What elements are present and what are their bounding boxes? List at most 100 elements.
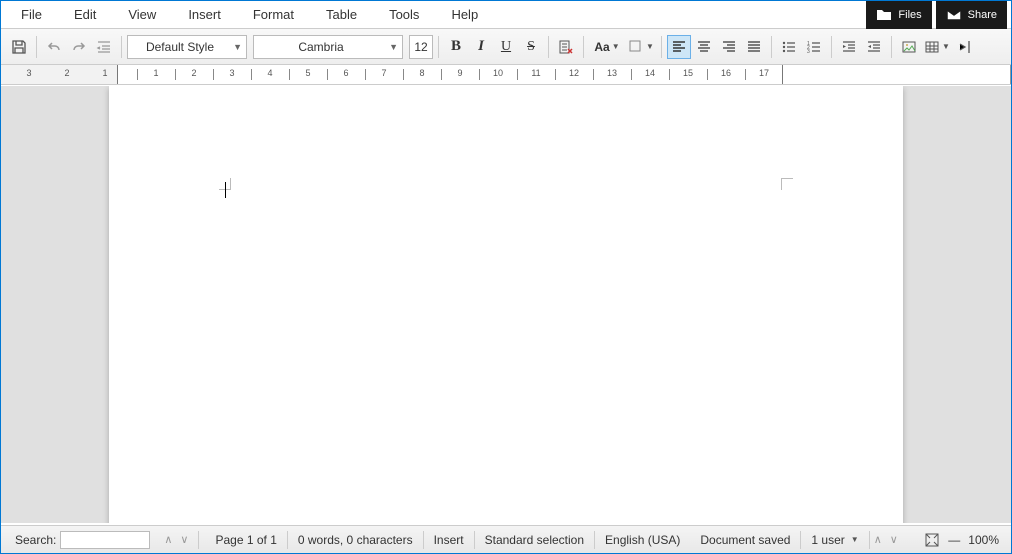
- align-justify-button[interactable]: [742, 35, 766, 59]
- menu-edit[interactable]: Edit: [58, 3, 112, 26]
- fit-page-icon[interactable]: [924, 532, 940, 548]
- search-prev-button[interactable]: ∧: [160, 533, 176, 546]
- format-paintbrush-button[interactable]: [92, 35, 116, 59]
- align-left-button[interactable]: [667, 35, 691, 59]
- folder-icon: [876, 8, 892, 22]
- text-cursor: [225, 182, 226, 198]
- chevron-down-icon: ▼: [233, 42, 242, 52]
- users-status[interactable]: 1 user ▼: [801, 531, 869, 549]
- selection-mode[interactable]: Standard selection: [475, 531, 595, 549]
- indent-dec-icon: [866, 39, 882, 55]
- menu-insert[interactable]: Insert: [172, 3, 237, 26]
- redo-icon: [71, 39, 87, 55]
- menu-file[interactable]: File: [5, 3, 58, 26]
- indent-inc-icon: [841, 39, 857, 55]
- document-page[interactable]: [109, 86, 903, 523]
- separator: [548, 36, 549, 58]
- outdent-icon: [96, 39, 112, 55]
- align-right-icon: [721, 39, 737, 55]
- mail-icon: [946, 8, 962, 22]
- chevron-down-icon: ▼: [851, 535, 859, 544]
- separator: [438, 36, 439, 58]
- search-next-button[interactable]: ∨: [176, 533, 192, 546]
- font-family-select[interactable]: Cambria ▼: [253, 35, 403, 59]
- image-icon: [901, 39, 917, 55]
- increase-indent-button[interactable]: [837, 35, 861, 59]
- bullet-list-button[interactable]: [777, 35, 801, 59]
- insert-image-button[interactable]: [897, 35, 921, 59]
- size-value: 12: [410, 40, 432, 54]
- margin-mark-top-right: [781, 178, 793, 190]
- chevron-down-icon: ▼: [389, 42, 398, 52]
- font-value: Cambria: [254, 40, 402, 54]
- files-label: Files: [898, 9, 921, 21]
- share-button[interactable]: Share: [936, 1, 1007, 29]
- page-status[interactable]: Page 1 of 1: [205, 531, 287, 549]
- italic-button[interactable]: I: [469, 35, 493, 59]
- insert-mode[interactable]: Insert: [424, 531, 475, 549]
- saved-status: Document saved: [690, 531, 801, 549]
- menu-tools[interactable]: Tools: [373, 3, 435, 26]
- separator: [121, 36, 122, 58]
- ruler-text-area: [117, 65, 783, 84]
- highlight-color-button[interactable]: ▼: [626, 35, 656, 59]
- menu-help[interactable]: Help: [435, 3, 494, 26]
- decrease-indent-button[interactable]: [862, 35, 886, 59]
- undo-icon: [46, 39, 62, 55]
- underline-button[interactable]: U: [494, 35, 518, 59]
- chevron-down-icon: ▼: [646, 42, 654, 51]
- zoom-value[interactable]: 100%: [968, 533, 999, 547]
- nav-down-button[interactable]: ∨: [886, 533, 902, 546]
- zoom-controls: — 100%: [924, 532, 1011, 548]
- align-right-button[interactable]: [717, 35, 741, 59]
- word-count[interactable]: 0 words, 0 characters: [288, 531, 424, 549]
- align-center-button[interactable]: [692, 35, 716, 59]
- share-label: Share: [968, 9, 997, 21]
- ruler-left-margin: 3 2 1: [1, 65, 117, 84]
- align-justify-icon: [746, 39, 762, 55]
- undo-button[interactable]: [42, 35, 66, 59]
- nav-up-button[interactable]: ∧: [870, 533, 886, 546]
- document-canvas[interactable]: [1, 86, 1011, 523]
- search-label: Search:: [15, 533, 56, 547]
- strikethrough-button[interactable]: S: [519, 35, 543, 59]
- separator: [831, 36, 832, 58]
- clear-format-icon: [558, 39, 574, 55]
- search-section: Search:: [1, 531, 160, 549]
- redo-button[interactable]: [67, 35, 91, 59]
- status-bar: Search: ∧ ∨ Page 1 of 1 0 words, 0 chara…: [1, 525, 1011, 553]
- save-icon: [11, 39, 27, 55]
- svg-text:3: 3: [807, 49, 810, 55]
- save-button[interactable]: [7, 35, 31, 59]
- font-size-select[interactable]: 12: [409, 35, 433, 59]
- corner-buttons: Files Share: [866, 1, 1007, 29]
- files-button[interactable]: Files: [866, 1, 931, 29]
- paragraph-style-select[interactable]: Default Style ▼: [127, 35, 247, 59]
- align-left-icon: [671, 39, 687, 55]
- sidebar-toggle-button[interactable]: [953, 35, 977, 59]
- chevron-down-icon: ▼: [942, 42, 950, 51]
- separator: [36, 36, 37, 58]
- box-icon: [628, 39, 644, 55]
- toolbar: Default Style ▼ Cambria ▼ 12 B I U S Aa▼…: [1, 29, 1011, 65]
- menu-table[interactable]: Table: [310, 3, 373, 26]
- bullet-list-icon: [781, 39, 797, 55]
- style-value: Default Style: [128, 40, 246, 54]
- language-status[interactable]: English (USA): [595, 531, 690, 549]
- chevron-down-icon: ▼: [612, 42, 620, 51]
- character-format-button[interactable]: Aa▼: [589, 35, 625, 59]
- horizontal-ruler[interactable]: 3 2 1 1234567891011121314151617: [1, 65, 1011, 85]
- clear-formatting-button[interactable]: [554, 35, 578, 59]
- separator: [661, 36, 662, 58]
- zoom-out-button[interactable]: —: [948, 533, 960, 547]
- bold-button[interactable]: B: [444, 35, 468, 59]
- menu-format[interactable]: Format: [237, 3, 310, 26]
- table-icon: [924, 39, 940, 55]
- align-center-icon: [696, 39, 712, 55]
- insert-table-button[interactable]: ▼: [922, 35, 952, 59]
- separator: [771, 36, 772, 58]
- menu-view[interactable]: View: [112, 3, 172, 26]
- sidebar-icon: [957, 39, 973, 55]
- number-list-button[interactable]: 123: [802, 35, 826, 59]
- search-input[interactable]: [60, 531, 150, 549]
